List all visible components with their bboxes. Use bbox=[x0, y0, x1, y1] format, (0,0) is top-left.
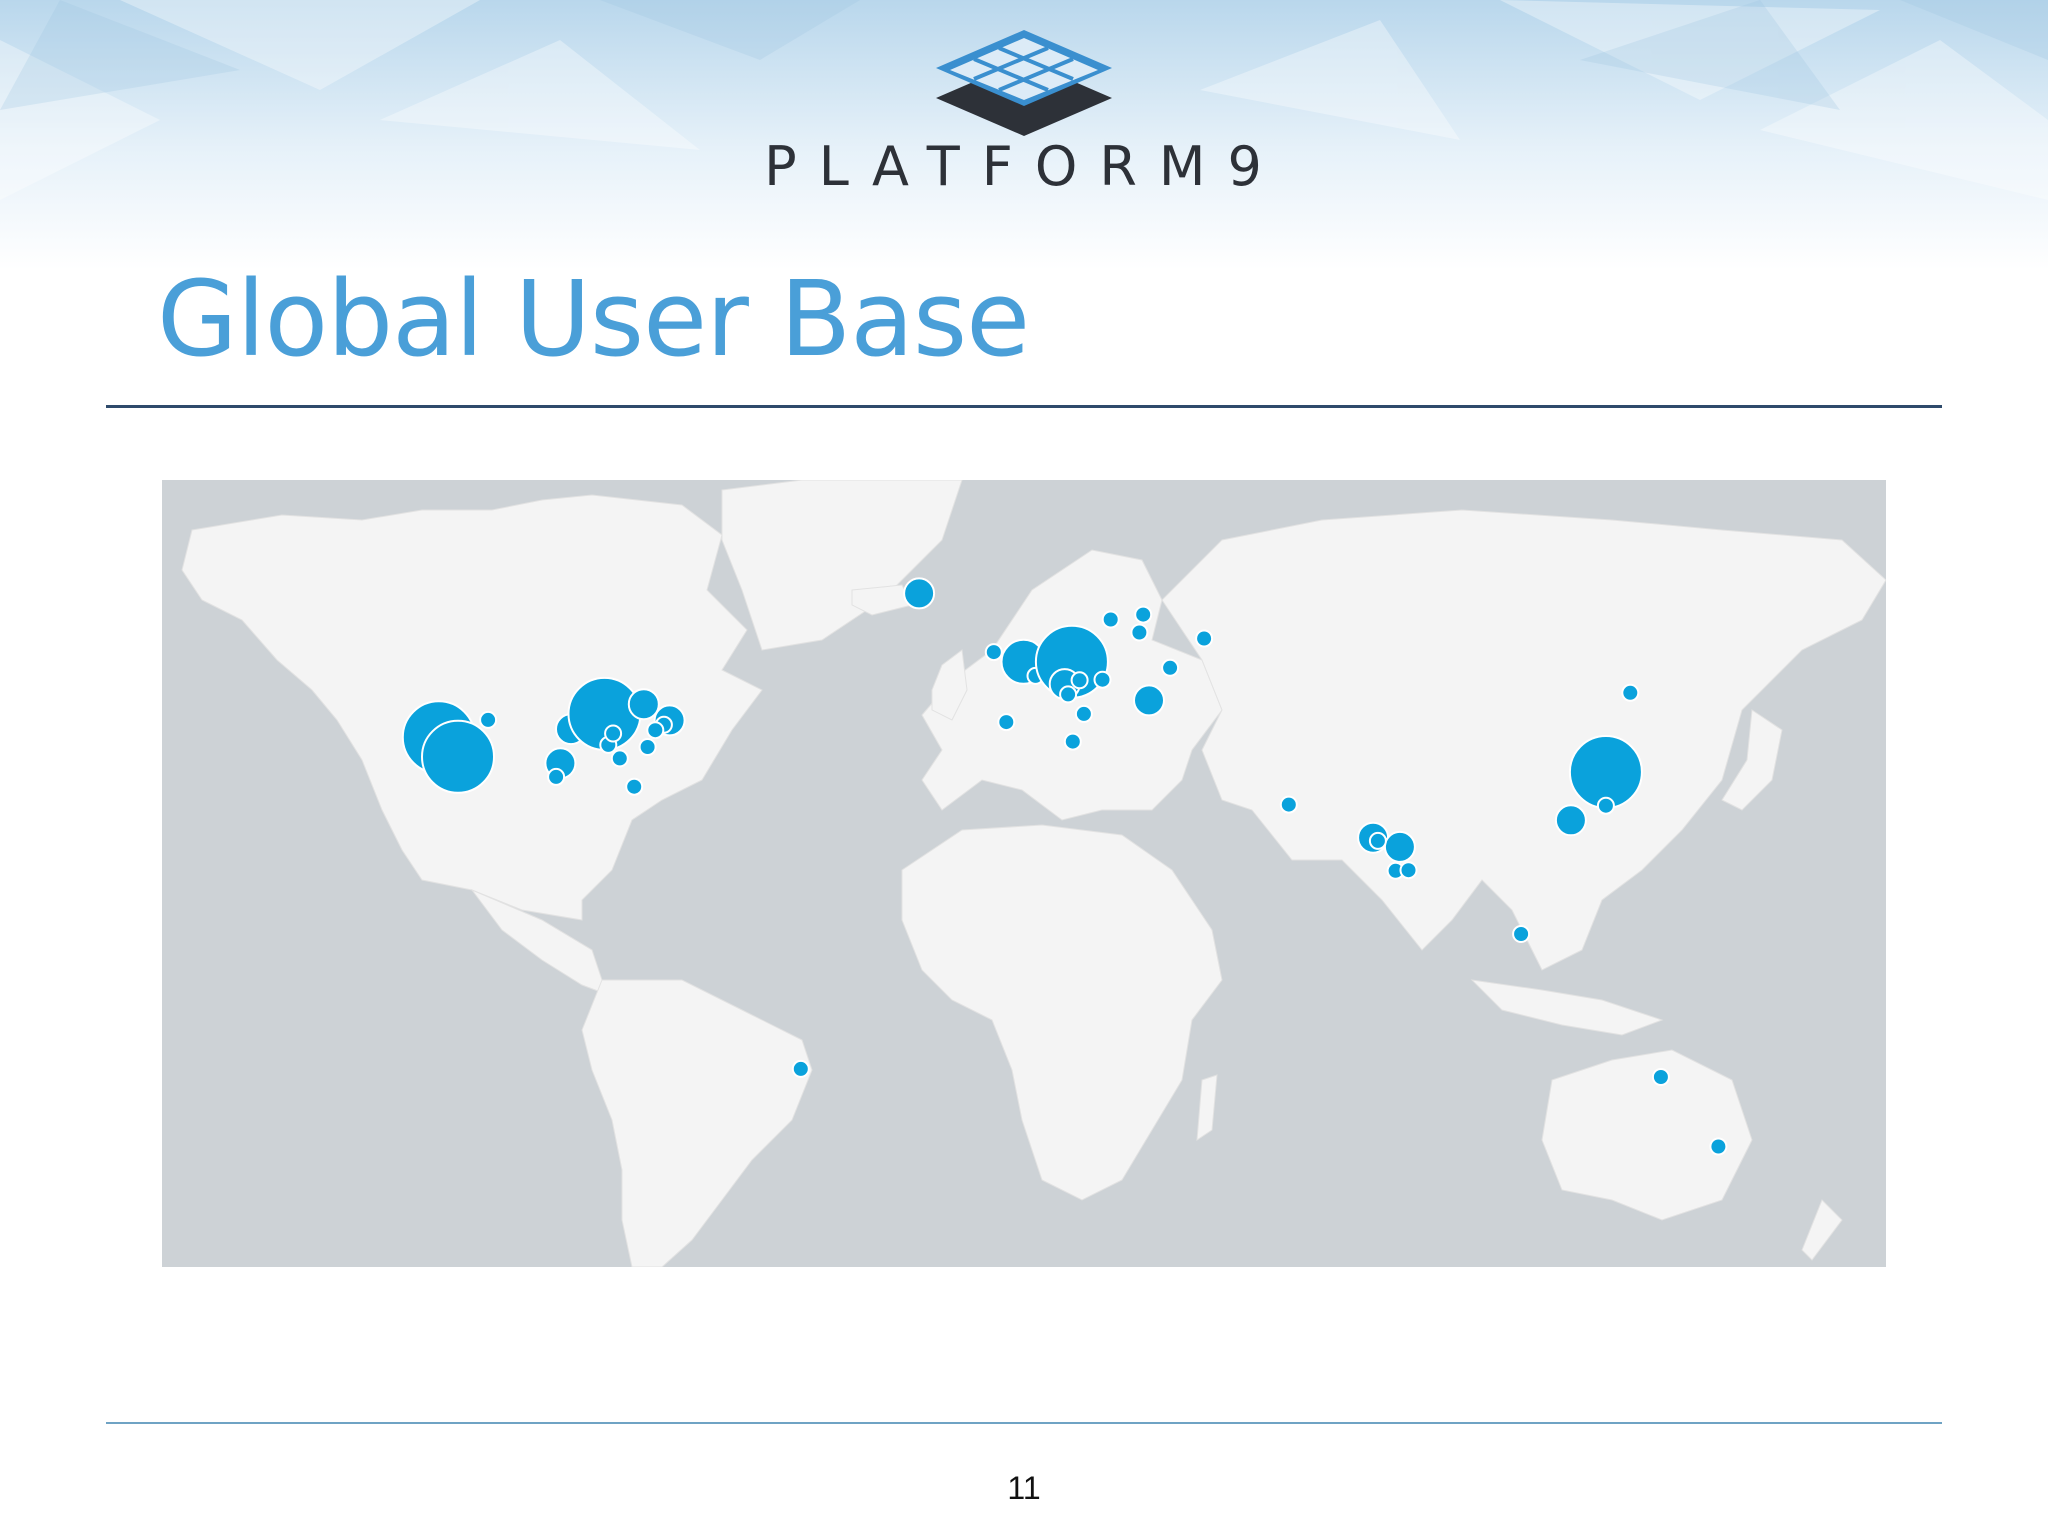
map-marker[interactable] bbox=[610, 749, 629, 768]
map-marker[interactable] bbox=[627, 688, 660, 721]
map-marker[interactable] bbox=[1554, 804, 1587, 837]
map-marker[interactable] bbox=[1621, 683, 1640, 702]
map-marker[interactable] bbox=[646, 721, 665, 740]
map-marker[interactable] bbox=[1133, 684, 1165, 717]
indonesia bbox=[1470, 979, 1664, 1036]
madagascar bbox=[1196, 1074, 1218, 1141]
map-marker[interactable] bbox=[547, 767, 566, 786]
world-map bbox=[162, 480, 1886, 1267]
title-divider bbox=[106, 405, 1942, 408]
map-marker[interactable] bbox=[1074, 704, 1093, 723]
new-zealand bbox=[1801, 1199, 1843, 1261]
map-marker[interactable] bbox=[479, 710, 498, 729]
map-marker[interactable] bbox=[1101, 610, 1120, 629]
map-marker[interactable] bbox=[638, 738, 657, 756]
map-marker[interactable] bbox=[1063, 732, 1082, 751]
map-marker[interactable] bbox=[997, 713, 1016, 732]
page-number: 11 bbox=[1007, 1470, 1041, 1506]
greenland bbox=[721, 480, 963, 651]
map-marker[interactable] bbox=[1651, 1068, 1670, 1086]
continents bbox=[181, 480, 1886, 1267]
map-marker[interactable] bbox=[1195, 629, 1214, 648]
map-marker[interactable] bbox=[1383, 830, 1416, 863]
map-marker[interactable] bbox=[1279, 795, 1298, 814]
map-marker[interactable] bbox=[1161, 658, 1180, 677]
australia bbox=[1541, 1049, 1753, 1221]
map-marker[interactable] bbox=[791, 1059, 810, 1078]
africa bbox=[901, 824, 1223, 1201]
map-marker[interactable] bbox=[984, 643, 1003, 662]
footer-divider bbox=[106, 1422, 1942, 1424]
map-marker[interactable] bbox=[1134, 605, 1153, 624]
map-marker[interactable] bbox=[1130, 623, 1149, 642]
brand-wordmark: PLATFORM9 bbox=[764, 135, 1284, 198]
map-marker[interactable] bbox=[1596, 796, 1615, 815]
map-marker[interactable] bbox=[604, 724, 623, 743]
south-america bbox=[581, 979, 813, 1267]
map-marker[interactable] bbox=[421, 719, 495, 794]
map-marker[interactable] bbox=[1399, 861, 1418, 880]
slide-title: Global User Base bbox=[157, 258, 1030, 380]
map-marker[interactable] bbox=[903, 577, 936, 610]
map-marker[interactable] bbox=[1512, 925, 1531, 943]
map-marker[interactable] bbox=[1070, 671, 1089, 690]
map-marker[interactable] bbox=[1368, 831, 1387, 850]
map-marker[interactable] bbox=[1709, 1137, 1728, 1156]
map-marker[interactable] bbox=[625, 777, 644, 796]
map-marker[interactable] bbox=[1059, 685, 1078, 704]
map-marker[interactable] bbox=[1093, 670, 1112, 689]
